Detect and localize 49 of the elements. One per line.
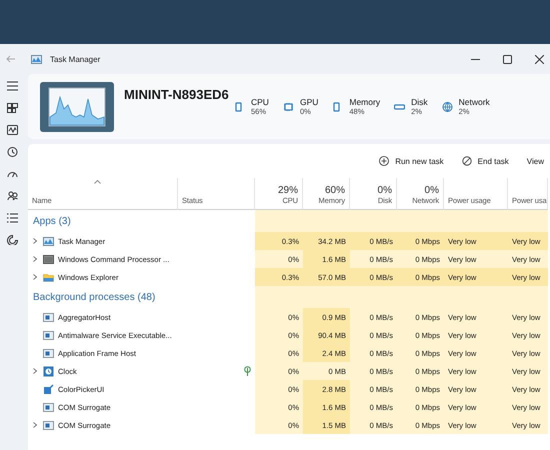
globe-icon — [442, 102, 453, 112]
app-window-icon — [43, 402, 54, 412]
users-icon[interactable] — [6, 191, 18, 201]
grid-icon[interactable] — [6, 103, 18, 113]
metric-label: CPU — [251, 97, 269, 107]
column-total: 0% — [378, 185, 392, 196]
maximize-icon[interactable] — [502, 54, 512, 64]
puzzle-icon[interactable] — [6, 235, 18, 245]
gpu-chip-icon — [282, 102, 294, 112]
metric-label: Disk — [411, 97, 428, 107]
group-heading: Apps (3) — [32, 214, 72, 228]
close-icon[interactable] — [534, 54, 544, 64]
app-monitor-icon — [43, 236, 54, 246]
column-total: 0% — [424, 185, 439, 196]
gauge-icon[interactable] — [6, 169, 18, 179]
plus-icon — [379, 156, 390, 166]
disk-drive-icon — [394, 102, 406, 112]
color-picker-icon — [43, 384, 54, 394]
expand-chevron-icon[interactable] — [33, 274, 37, 280]
folder-icon — [43, 272, 54, 282]
app-window-icon — [43, 330, 54, 340]
console-window-icon — [43, 254, 54, 264]
metric-label: Network — [458, 97, 490, 107]
app-window-icon — [43, 348, 54, 358]
view-button[interactable]: View — [524, 154, 546, 168]
run-new-task-button[interactable]: Run new task — [377, 154, 446, 168]
pulse-chart-icon[interactable] — [6, 125, 18, 135]
machine-name: MININT-N893ED6 — [124, 87, 230, 102]
cpu-graph-drawing — [48, 86, 106, 126]
expand-chevron-icon[interactable] — [33, 238, 37, 244]
list-icon[interactable] — [6, 213, 18, 223]
group-heading: Background processes (48) — [32, 290, 156, 304]
app-window-icon — [43, 312, 54, 322]
end-task-button[interactable]: End task — [460, 154, 511, 168]
metric-label: GPU — [300, 97, 318, 107]
app-monitor-icon — [31, 54, 42, 64]
column-total: 60% — [324, 185, 345, 196]
prohibited-icon — [462, 156, 472, 166]
app-window-icon — [43, 420, 54, 430]
expand-chevron-icon[interactable] — [33, 256, 37, 262]
clock-icon — [43, 366, 54, 376]
metric-label: Memory — [349, 97, 380, 107]
menu-icon[interactable] — [6, 81, 18, 91]
column-total: 29% — [278, 185, 298, 196]
expand-chevron-icon[interactable] — [33, 368, 37, 374]
history-icon[interactable] — [6, 147, 18, 157]
expand-chevron-icon[interactable] — [33, 422, 37, 428]
window-title: Task Manager — [50, 54, 100, 64]
sort-caret-icon — [94, 180, 101, 184]
